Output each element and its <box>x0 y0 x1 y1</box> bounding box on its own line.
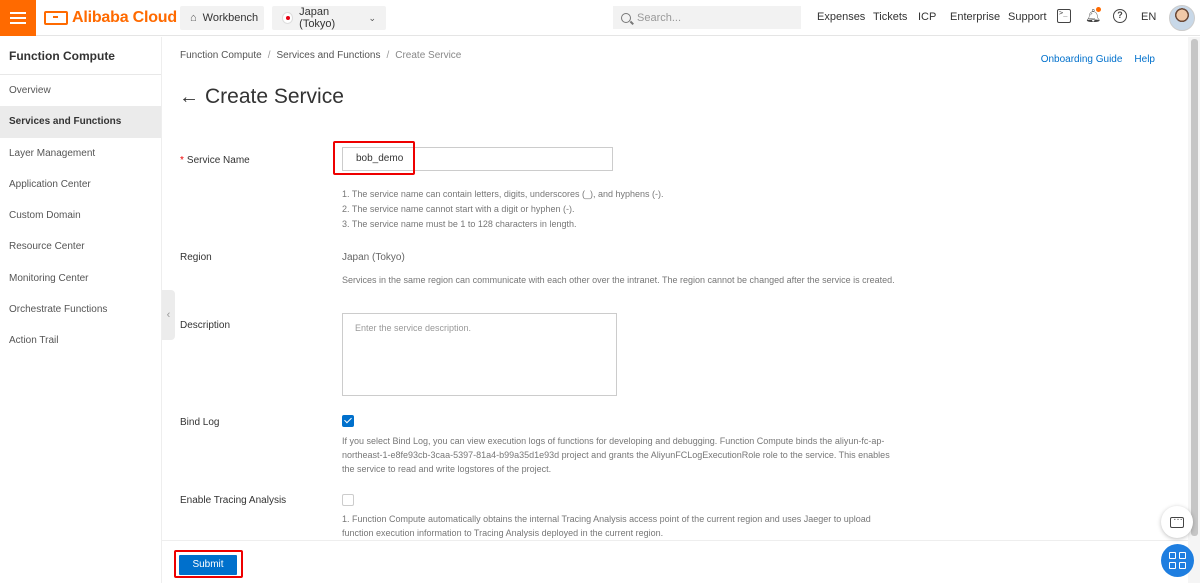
tracing-hint: 1. Function Compute automatically obtain… <box>342 514 871 538</box>
page-scrollbar[interactable] <box>1188 37 1200 583</box>
user-avatar[interactable] <box>1169 5 1195 31</box>
top-links: Onboarding Guide Help <box>1041 54 1155 65</box>
sidebar-title: Function Compute <box>0 37 161 75</box>
breadcrumb-services-and-functions[interactable]: Services and Functions <box>277 50 381 61</box>
workbench-button[interactable]: ⌂ Workbench <box>180 6 264 30</box>
breadcrumb-current: Create Service <box>395 50 462 61</box>
search-placeholder: Search... <box>637 11 682 24</box>
region-label: Region <box>180 252 212 263</box>
region-selector[interactable]: Japan (Tokyo) ⌄ <box>272 6 386 30</box>
breadcrumb: Function Compute / Services and Function… <box>180 50 461 61</box>
help-link[interactable]: Help <box>1134 54 1155 65</box>
sidebar-collapse-toggle[interactable]: ‹ <box>162 290 175 340</box>
language-switch[interactable]: EN <box>1141 11 1156 23</box>
description-textarea[interactable]: Enter the service description. <box>342 313 617 396</box>
apps-float-button[interactable] <box>1161 544 1194 577</box>
breadcrumb-function-compute[interactable]: Function Compute <box>180 50 262 61</box>
region-value: Japan (Tokyo) <box>342 252 405 263</box>
annotation-highlight-submit <box>174 550 243 578</box>
description-label: Description <box>180 320 231 331</box>
bind-log-hint: If you select Bind Log, you can view exe… <box>342 436 890 474</box>
japan-flag-icon <box>282 12 294 24</box>
required-asterisk: * <box>180 155 184 166</box>
chevron-left-icon: ‹ <box>166 309 171 321</box>
notification-bell-icon[interactable]: 🔔︎ <box>1085 7 1102 23</box>
cloud-shell-icon[interactable] <box>1057 9 1071 23</box>
onboarding-guide-link[interactable]: Onboarding Guide <box>1041 54 1123 65</box>
apps-grid-icon <box>1169 562 1176 569</box>
top-bar: Alibaba Cloud ⌂ Workbench Japan (Tokyo) … <box>0 0 1200 36</box>
brand-logo[interactable]: Alibaba Cloud <box>44 8 177 28</box>
service-name-hint-3: 3. The service name must be 1 to 128 cha… <box>342 219 577 229</box>
tracing-label: Enable Tracing Analysis <box>180 495 287 506</box>
region-selector-label: Japan (Tokyo) <box>299 6 336 30</box>
nav-icp[interactable]: ICP <box>918 11 936 23</box>
help-icon[interactable]: ? <box>1113 9 1127 23</box>
alibaba-cloud-logo-icon <box>44 11 68 25</box>
breadcrumb-separator: / <box>267 50 271 61</box>
page-title-text: Create Service <box>205 85 344 108</box>
tracing-checkbox[interactable] <box>342 494 354 506</box>
apps-grid-icon <box>1179 562 1186 569</box>
apps-grid-icon <box>1179 552 1186 559</box>
sidebar-item-action-trail[interactable]: Action Trail <box>0 325 161 356</box>
service-name-hint-2: 2. The service name cannot start with a … <box>342 204 575 214</box>
sidebar-item-services-and-functions[interactable]: Services and Functions <box>0 106 161 138</box>
region-hint: Services in the same region can communic… <box>342 275 895 285</box>
notification-dot <box>1096 7 1101 12</box>
breadcrumb-separator: / <box>386 50 390 61</box>
brand-name: Alibaba Cloud <box>72 9 177 26</box>
nav-expenses[interactable]: Expenses <box>817 11 865 23</box>
chat-icon <box>1170 512 1184 528</box>
workbench-label: Workbench <box>202 12 259 24</box>
bind-log-label: Bind Log <box>180 417 220 428</box>
sidebar-item-custom-domain[interactable]: Custom Domain <box>0 200 161 231</box>
sidebar-item-overview[interactable]: Overview <box>0 75 161 106</box>
home-icon: ⌂ <box>190 12 197 24</box>
service-name-hint-1: 1. The service name can contain letters,… <box>342 189 664 199</box>
scrollbar-thumb[interactable] <box>1191 39 1198 536</box>
bind-log-checkbox[interactable] <box>342 415 354 427</box>
hamburger-menu-icon[interactable] <box>0 0 36 36</box>
nav-support[interactable]: Support <box>1008 11 1047 23</box>
feedback-chat-button[interactable] <box>1161 506 1193 538</box>
nav-tickets[interactable]: Tickets <box>873 11 907 23</box>
nav-enterprise[interactable]: Enterprise <box>950 11 1000 23</box>
sidebar-item-resource-center[interactable]: Resource Center <box>0 231 161 262</box>
annotation-highlight-service-name <box>333 141 415 175</box>
form-footer: Submit <box>162 540 1188 583</box>
search-input[interactable]: Search... <box>613 6 801 29</box>
sidebar-item-monitoring-center[interactable]: Monitoring Center <box>0 263 161 294</box>
page-title: ← Create Service <box>179 85 344 109</box>
service-name-label-text: Service Name <box>186 155 250 166</box>
sidebar-item-application-center[interactable]: Application Center <box>0 169 161 200</box>
service-name-label: * Service Name <box>180 155 250 166</box>
main-content: Function Compute / Services and Function… <box>175 37 1187 583</box>
chevron-down-icon: ⌄ <box>368 12 376 23</box>
apps-grid-icon <box>1169 552 1176 559</box>
search-icon <box>621 12 631 23</box>
sidebar-item-layer-management[interactable]: Layer Management <box>0 138 161 169</box>
sidebar: Function Compute Overview Services and F… <box>0 37 162 583</box>
back-arrow-icon[interactable]: ← <box>179 86 199 109</box>
sidebar-item-orchestrate-functions[interactable]: Orchestrate Functions <box>0 294 161 325</box>
